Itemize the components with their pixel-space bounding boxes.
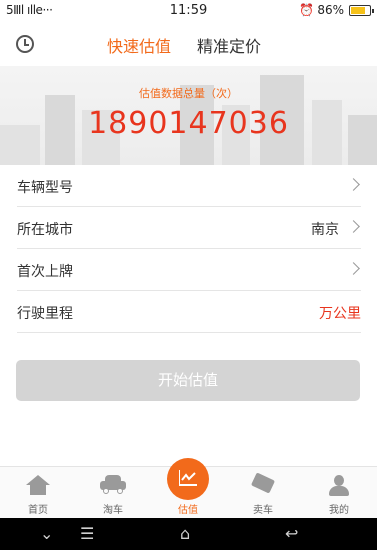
alarm-icon: ⏰ bbox=[299, 3, 315, 17]
start-valuation-button[interactable]: 开始估值 bbox=[16, 360, 360, 401]
valuation-tab-bar: 快速估值 精准定价 bbox=[0, 22, 377, 66]
tag-icon bbox=[250, 472, 276, 494]
chevron-right-icon bbox=[347, 220, 360, 233]
mileage-row[interactable]: 行驶里程 万公里 bbox=[17, 291, 361, 333]
status-right: ⏰ 86% bbox=[299, 3, 374, 17]
stats-count: 1890147036 bbox=[88, 106, 289, 141]
chevron-down-icon[interactable]: ⌄ bbox=[40, 524, 53, 543]
row-label: 行驶里程 bbox=[17, 306, 73, 322]
nav-profile[interactable]: 我的 bbox=[309, 467, 369, 519]
back-icon[interactable]: ↩ bbox=[285, 524, 298, 543]
nav-label: 我的 bbox=[329, 505, 349, 516]
history-clock-icon[interactable] bbox=[16, 35, 34, 53]
first-registration-row[interactable]: 首次上牌 bbox=[17, 249, 361, 291]
nav-label: 卖车 bbox=[253, 505, 273, 516]
chart-icon bbox=[167, 458, 209, 500]
nav-valuation[interactable]: 估值 bbox=[158, 458, 218, 519]
chevron-right-icon bbox=[347, 262, 360, 275]
city-row[interactable]: 所在城市 南京 bbox=[17, 207, 361, 249]
row-label: 首次上牌 bbox=[17, 264, 73, 280]
nav-sell-car[interactable]: 卖车 bbox=[233, 467, 293, 519]
tab-precise-pricing[interactable]: 精准定价 bbox=[197, 33, 261, 57]
tab-quick-valuation[interactable]: 快速估值 bbox=[107, 33, 171, 57]
row-label: 车辆型号 bbox=[17, 180, 73, 196]
city-value: 南京 bbox=[311, 222, 339, 238]
nav-home[interactable]: 首页 bbox=[8, 467, 68, 519]
chevron-right-icon bbox=[347, 178, 360, 191]
row-label: 所在城市 bbox=[17, 222, 73, 238]
nav-label: 首页 bbox=[28, 505, 48, 516]
bottom-nav: 首页 淘车 估值 卖车 我的 bbox=[0, 458, 377, 519]
valuation-form: 车辆型号 所在城市 南京 首次上牌 行驶里程 万公里 bbox=[0, 165, 377, 333]
nav-label: 淘车 bbox=[103, 505, 123, 516]
battery-percent: 86% bbox=[317, 3, 344, 17]
nav-buy-car[interactable]: 淘车 bbox=[83, 467, 143, 519]
valuation-stats-banner: 估值数据总量（次） 1890147036 bbox=[0, 66, 377, 165]
user-icon bbox=[328, 475, 350, 497]
car-icon bbox=[100, 475, 126, 494]
home-button-icon[interactable]: ⌂ bbox=[180, 524, 190, 543]
home-icon bbox=[26, 475, 50, 495]
car-model-row[interactable]: 车辆型号 bbox=[17, 165, 361, 207]
mileage-unit[interactable]: 万公里 bbox=[319, 303, 361, 323]
nav-label: 估值 bbox=[178, 505, 198, 516]
stats-label: 估值数据总量（次） bbox=[139, 87, 238, 100]
status-bar: 5Ⅲl ılle··· 11:59 ⏰ 86% bbox=[0, 0, 377, 22]
battery-icon bbox=[349, 4, 374, 16]
system-nav-bar: ⌄ ☰ ⌂ ↩ bbox=[0, 518, 377, 550]
menu-icon[interactable]: ☰ bbox=[80, 524, 94, 543]
